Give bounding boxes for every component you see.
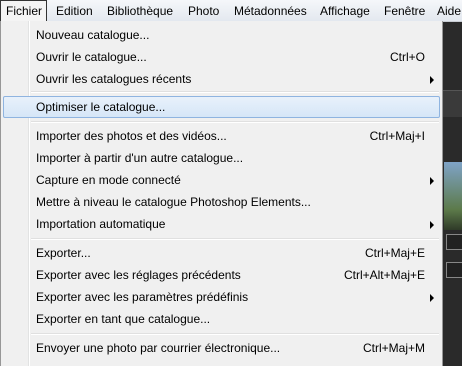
menu-item-label: Ouvrir le catalogue... <box>36 50 147 64</box>
menu-item-label: Nouveau catalogue... <box>36 28 150 42</box>
menu-item-label: Optimiser le catalogue... <box>36 100 166 114</box>
menu-separator <box>31 333 439 335</box>
menu-item-label: Mettre à niveau le catalogue Photoshop E… <box>36 195 311 209</box>
menu-item-label: Importer des photos et des vidéos... <box>36 129 227 143</box>
application-window: Fichier Edition Bibliothèque Photo Métad… <box>0 0 462 366</box>
menu-aide[interactable]: Aide <box>437 0 461 22</box>
menu-item-label: Importation automatique <box>36 217 166 231</box>
menu-item-nouveau-catalogue[interactable]: Nouveau catalogue... <box>3 24 440 46</box>
menu-item-shortcut: Ctrl+O <box>389 50 425 64</box>
menu-photo[interactable]: Photo <box>188 0 219 22</box>
background-control <box>446 262 462 278</box>
menu-fenetre[interactable]: Fenêtre <box>384 0 425 22</box>
submenu-arrow-icon <box>430 76 434 84</box>
background-panel <box>442 90 462 117</box>
menu-separator <box>31 91 439 93</box>
menu-separator <box>31 238 439 240</box>
menu-item-shortcut: Ctrl+Alt+Maj+E <box>343 268 425 282</box>
menu-item-capture-mode-connecte[interactable]: Capture en mode connecté <box>3 169 440 191</box>
menu-item-shortcut: Ctrl+Maj+M <box>362 341 425 355</box>
menu-item-envoyer-photo-email[interactable]: Envoyer une photo par courrier électroni… <box>3 337 440 359</box>
menu-item-optimiser-catalogue[interactable]: Optimiser le catalogue... <box>3 96 440 118</box>
menu-separator <box>31 121 439 123</box>
menu-item-label: Envoyer une photo par courrier électroni… <box>36 341 281 355</box>
menu-bibliotheque[interactable]: Bibliothèque <box>107 0 173 22</box>
menu-metadonnees[interactable]: Métadonnées <box>234 0 307 22</box>
menu-item-catalogues-recents[interactable]: Ouvrir les catalogues récents <box>3 68 440 90</box>
menu-item-exporter-parametres-predefinis[interactable]: Exporter avec les paramètres prédéfinis <box>3 286 440 308</box>
submenu-arrow-icon <box>430 294 434 302</box>
menu-item-mettre-a-niveau[interactable]: Mettre à niveau le catalogue Photoshop E… <box>3 191 440 213</box>
submenu-arrow-icon <box>430 177 434 185</box>
menu-item-exporter-catalogue[interactable]: Exporter en tant que catalogue... <box>3 308 440 330</box>
fichier-dropdown-menu: Nouveau catalogue... Ouvrir le catalogue… <box>0 21 443 366</box>
menu-item-label: Ouvrir les catalogues récents <box>36 72 192 86</box>
menu-item-label: Importer à partir d'un autre catalogue..… <box>36 151 244 165</box>
menu-item-exporter[interactable]: Exporter... Ctrl+Maj+E <box>3 242 440 264</box>
submenu-arrow-icon <box>430 221 434 229</box>
menu-affichage[interactable]: Affichage <box>320 0 370 22</box>
menu-item-ouvrir-catalogue[interactable]: Ouvrir le catalogue... Ctrl+O <box>3 46 440 68</box>
menu-item-label: Exporter... <box>36 246 91 260</box>
menu-item-importation-automatique[interactable]: Importation automatique <box>3 213 440 235</box>
menu-item-label: Capture en mode connecté <box>36 173 181 187</box>
menu-item-exporter-reglages-precedents[interactable]: Exporter avec les réglages précédents Ct… <box>3 264 440 286</box>
menu-item-label: Exporter avec les paramètres prédéfinis <box>36 290 249 304</box>
menu-item-label: Exporter en tant que catalogue... <box>36 312 211 326</box>
menu-item-importer-autre-catalogue[interactable]: Importer à partir d'un autre catalogue..… <box>3 147 440 169</box>
background-app-content <box>442 22 462 366</box>
menu-edition[interactable]: Edition <box>56 0 93 22</box>
menu-item-label: Exporter avec les réglages précédents <box>36 268 241 282</box>
menu-item-shortcut: Ctrl+Maj+I <box>369 129 425 143</box>
photo-thumbnail <box>444 162 462 230</box>
menu-item-importer-photos[interactable]: Importer des photos et des vidéos... Ctr… <box>3 125 440 147</box>
menu-fichier[interactable]: Fichier <box>0 0 47 22</box>
menu-bar: Fichier Edition Bibliothèque Photo Métad… <box>0 0 462 22</box>
background-control <box>446 234 462 250</box>
menu-item-shortcut: Ctrl+Maj+E <box>364 246 425 260</box>
